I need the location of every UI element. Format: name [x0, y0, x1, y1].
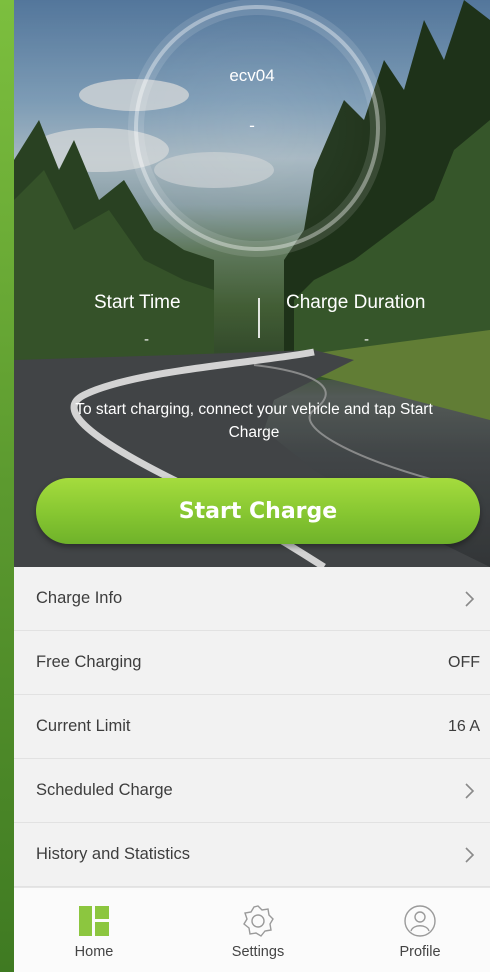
list-item-free-charging[interactable]: Free Charging OFF [14, 631, 490, 695]
settings-list: Charge Info Free Charging OFF Current Li… [14, 567, 490, 887]
list-item-label: Charge Info [36, 589, 123, 607]
nav-settings[interactable]: Settings [198, 888, 318, 972]
list-item-charge-info[interactable]: Charge Info [14, 567, 490, 631]
user-icon [404, 905, 436, 937]
list-item-label: Free Charging [36, 653, 142, 671]
current-limit-value: 16 A [447, 717, 480, 735]
list-item-current-limit[interactable]: Current Limit 16 A [14, 695, 490, 759]
list-item-history-statistics[interactable]: History and Statistics [14, 823, 490, 887]
chevron-right-icon [465, 590, 475, 607]
charge-duration-value: - [364, 332, 370, 348]
charge-duration-label: Charge Duration [286, 292, 426, 313]
device-status: - [249, 116, 255, 135]
nav-home-label: Home [74, 944, 114, 960]
left-edge-strip [0, 0, 14, 972]
nav-profile-label: Profile [399, 944, 441, 960]
home-grid-icon [79, 906, 109, 936]
list-item-label: Current Limit [36, 717, 131, 735]
charging-hint: To start charging, connect your vehicle … [75, 401, 433, 441]
start-time-label: Start Time [94, 292, 181, 313]
app-screen: ecv04 - Start Time - Charge Duration - T… [14, 0, 490, 972]
device-name: ecv04 [229, 66, 275, 85]
start-charge-button[interactable]: Start Charge [36, 478, 480, 544]
nav-home[interactable]: Home [34, 888, 154, 972]
nav-profile[interactable]: Profile [360, 888, 480, 972]
gear-icon [243, 905, 274, 937]
list-item-label: Scheduled Charge [36, 781, 173, 799]
chevron-right-icon [465, 782, 475, 799]
list-item-label: History and Statistics [36, 845, 191, 863]
metrics-divider [258, 298, 260, 338]
list-item-scheduled-charge[interactable]: Scheduled Charge [14, 759, 490, 823]
bottom-nav: Home Settings Profile [14, 887, 490, 972]
chevron-right-icon [465, 846, 475, 863]
nav-settings-label: Settings [231, 944, 285, 960]
hero-background: ecv04 - Start Time - Charge Duration - T… [14, 0, 490, 567]
free-charging-value: OFF [448, 653, 480, 671]
start-time-value: - [144, 332, 150, 348]
